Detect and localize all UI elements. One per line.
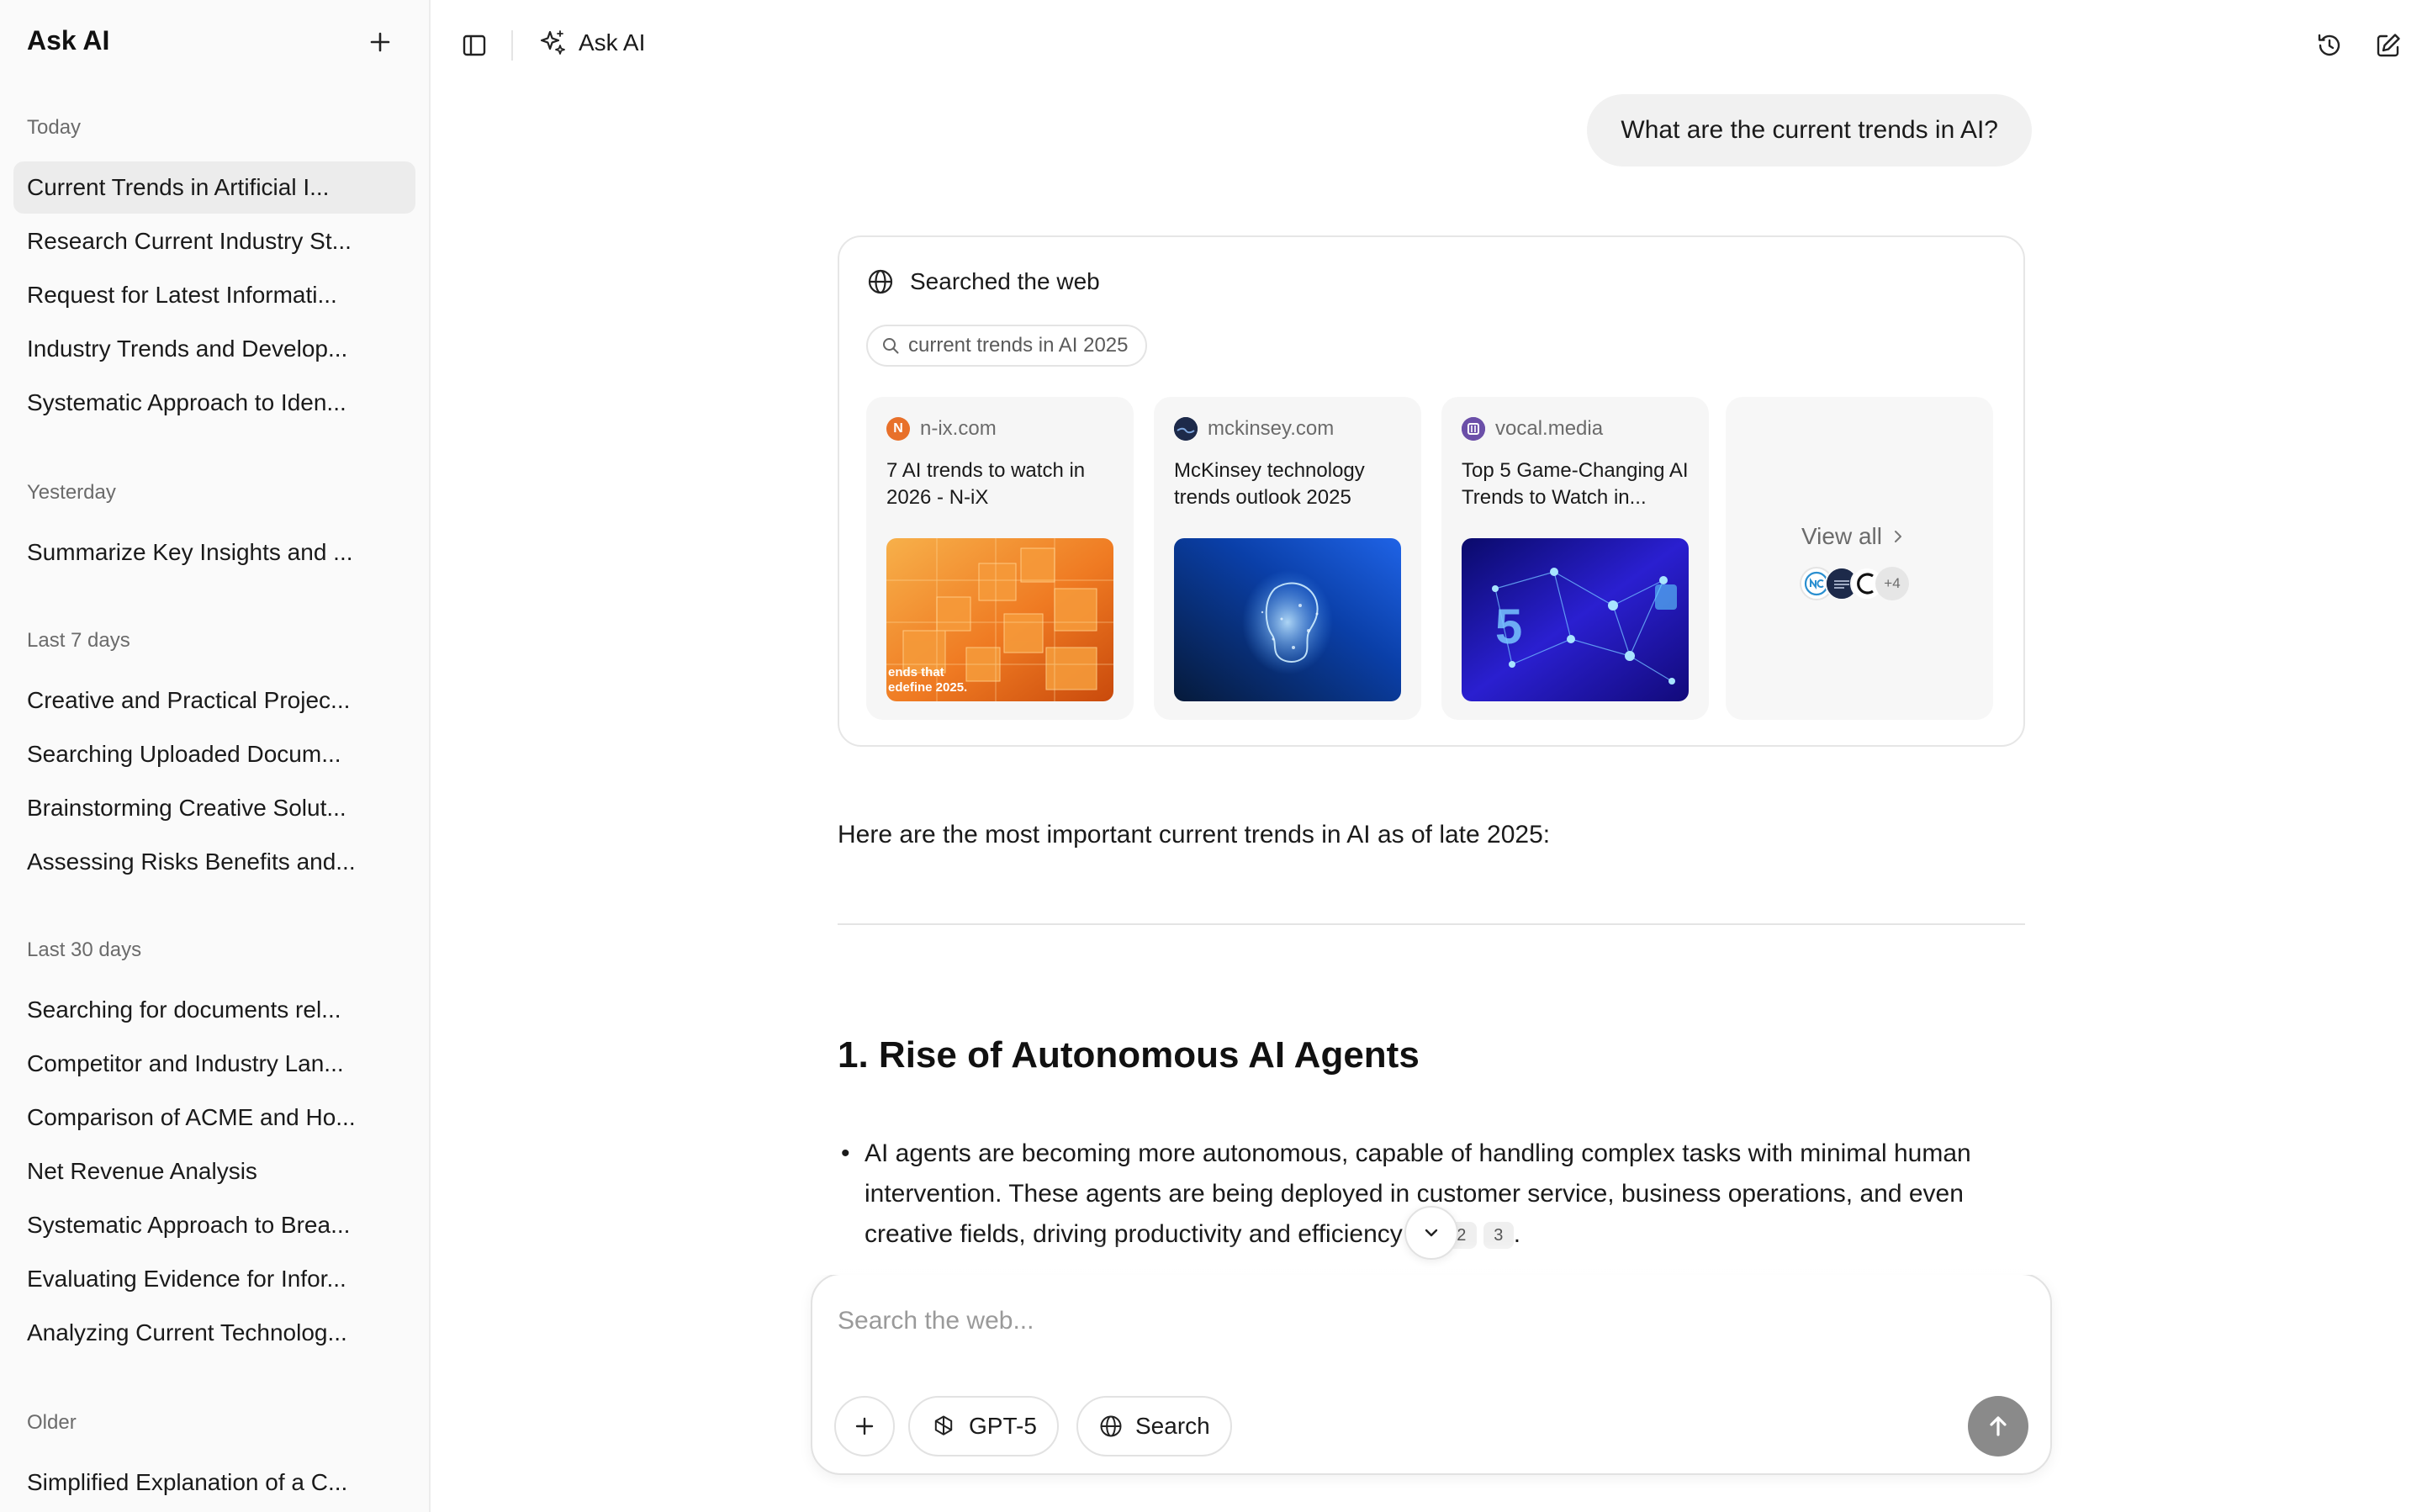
sidebar-group-last-7-days: Last 7 days Creative and Practical Proje… [0, 624, 431, 888]
top-bar: Ask AI [431, 0, 2422, 91]
globe-icon [868, 269, 893, 294]
source-domain: vocal.media [1462, 417, 1603, 441]
source-title: Top 5 Game-Changing AI Trends to Watch i… [1462, 459, 1689, 509]
app-brand: Ask AI [538, 29, 645, 57]
mckinsey-favicon-icon [1174, 417, 1198, 441]
search-query-chip[interactable]: current trends in AI 2025 [866, 325, 1147, 367]
sidebar-item[interactable]: Systematic Approach to Brea... [13, 1199, 415, 1251]
message-composer: GPT-5 Search [811, 1241, 2052, 1475]
sidebar-item[interactable]: Systematic Approach to Iden... [13, 377, 415, 429]
add-attachment-button[interactable] [834, 1396, 895, 1456]
n-ix-thumb-caption-2: edefine 2025. [888, 680, 967, 695]
search-icon [883, 338, 899, 354]
new-chat-button[interactable] [362, 24, 399, 61]
model-selector-label: GPT-5 [969, 1413, 1037, 1439]
sidebar-item[interactable]: Searching Uploaded Docum... [13, 728, 415, 780]
more-sources-avatars: +4 [1800, 567, 1909, 600]
search-heading: Searched the web [910, 268, 1100, 294]
sidebar-group-today: Today Current Trends in Artificial I... … [0, 111, 431, 429]
web-search-toggle-button[interactable]: Search [1076, 1396, 1232, 1456]
search-input[interactable] [838, 1300, 1931, 1342]
view-all-sources-card[interactable]: View all +4 [1726, 397, 1993, 720]
sparkles-icon [540, 30, 565, 55]
sidebar-item[interactable]: Research Current Industry St... [13, 215, 415, 267]
source-domain-label: n-ix.com [920, 417, 997, 440]
sidebar-group-yesterday: Yesterday Summarize Key Insights and ... [0, 476, 431, 579]
source-thumbnail: 5 [1462, 538, 1689, 701]
sidebar-item[interactable]: Current Trends in Artificial I... [13, 161, 415, 214]
plus-icon [855, 1417, 874, 1435]
web-search-label: Search [1135, 1413, 1210, 1439]
source-domain-label: mckinsey.com [1208, 417, 1335, 440]
sidebar-item[interactable]: Request for Latest Informati... [13, 269, 415, 321]
sidebar-item[interactable]: Simplified Explanation of a C... [13, 1456, 415, 1509]
scroll-to-bottom-button[interactable] [1404, 1206, 1458, 1260]
sidebar-item[interactable]: Summarize Key Insights and ... [13, 526, 415, 579]
sidebar-group-label: Last 7 days [27, 629, 130, 652]
sidebar: Ask AI Today Current Trends in Artificia… [0, 0, 431, 1512]
source-title: 7 AI trends to watch in 2026 - N-iX [886, 459, 1086, 509]
vocal-media-favicon-icon [1462, 417, 1485, 441]
chevron-down-icon [1425, 1229, 1438, 1237]
model-selector-button[interactable]: GPT-5 [908, 1396, 1059, 1456]
source-thumbnail [1174, 538, 1401, 701]
view-all-button[interactable]: View all [1801, 523, 1906, 550]
source-card-vocal-media[interactable]: vocal.media Top 5 Game-Changing AI Trend… [1441, 397, 1709, 720]
plus-icon [370, 32, 390, 52]
app-brand-label: Ask AI [579, 29, 646, 56]
sidebar-group-label: Older [27, 1411, 77, 1434]
web-search-results-card: Searched the web current trends in AI 20… [838, 235, 2025, 747]
bullet-end: . [1513, 1220, 1521, 1248]
sidebar-title: Ask AI [27, 25, 110, 56]
sidebar-item[interactable]: Assessing Risks Benefits and... [13, 836, 415, 888]
n-ix-favicon-icon: N [886, 417, 910, 441]
sidebar-item[interactable]: Comparison of ACME and Ho... [13, 1092, 415, 1144]
openai-logo-icon [934, 1415, 953, 1435]
user-message-bubble: What are the current trends in AI? [1587, 94, 2032, 167]
sidebar-group-label: Yesterday [27, 481, 116, 504]
history-button[interactable] [2311, 27, 2348, 64]
bullet-dot: • [841, 1139, 850, 1167]
sidebar-item[interactable]: Evaluating Evidence for Infor... [13, 1253, 415, 1305]
sidebar-group-label: Today [27, 116, 82, 139]
sidebar-item[interactable]: Competitor and Industry Lan... [13, 1038, 415, 1090]
sidebar-group-older: Older Simplified Explanation of a C... [0, 1406, 431, 1509]
sidebar-toggle-button[interactable] [456, 27, 493, 64]
sidebar-item[interactable]: Creative and Practical Projec... [13, 674, 415, 727]
sidebar-item[interactable]: Analyzing Current Technolog... [13, 1307, 415, 1359]
search-header: Searched the web [866, 267, 1100, 296]
chevron-right-icon [1894, 531, 1901, 542]
answer-divider [838, 923, 2025, 925]
new-chat-edit-button[interactable] [2370, 27, 2407, 64]
source-domain: mckinsey.com [1174, 417, 1334, 441]
sidebar-item[interactable]: Net Revenue Analysis [13, 1145, 415, 1197]
edit-icon [2377, 34, 2400, 57]
answer-intro: Here are the most important current tren… [838, 821, 1551, 849]
sidebar-panel-icon [463, 34, 486, 56]
more-sources-count: +4 [1875, 567, 1909, 600]
section-heading: 1. Rise of Autonomous AI Agents [838, 1034, 1420, 1076]
source-card-n-ix[interactable]: N n-ix.com 7 AI trends to watch in 2026 … [866, 397, 1134, 720]
send-button[interactable] [1968, 1396, 2028, 1456]
sidebar-group-label: Last 30 days [27, 938, 142, 961]
sidebar-item[interactable]: Searching for documents rel... [13, 984, 415, 1036]
vocal-thumb-caption: 5 [1495, 600, 1522, 654]
source-title: McKinsey technology trends outlook 2025 [1174, 459, 1365, 509]
toolbar-divider [511, 30, 513, 61]
globe-icon [1100, 1415, 1122, 1437]
arrow-up-icon [1990, 1416, 2007, 1436]
sidebar-group-last-30-days: Last 30 days Searching for documents rel… [0, 933, 431, 1359]
n-ix-thumb-caption-1: ends that [888, 665, 944, 679]
source-thumbnail: ends that edefine 2025. [886, 538, 1113, 701]
history-icon [2318, 34, 2340, 56]
source-domain-label: vocal.media [1495, 417, 1604, 440]
search-query-text: current trends in AI 2025 [908, 334, 1129, 357]
source-domain: N n-ix.com [886, 417, 997, 441]
citation-badge[interactable]: 3 [1483, 1222, 1514, 1249]
sidebar-item[interactable]: Industry Trends and Develop... [13, 323, 415, 375]
source-card-mckinsey[interactable]: mckinsey.com McKinsey technology trends … [1154, 397, 1421, 720]
sidebar-item[interactable]: Brainstorming Creative Solut... [13, 782, 415, 834]
view-all-label: View all [1801, 523, 1882, 549]
